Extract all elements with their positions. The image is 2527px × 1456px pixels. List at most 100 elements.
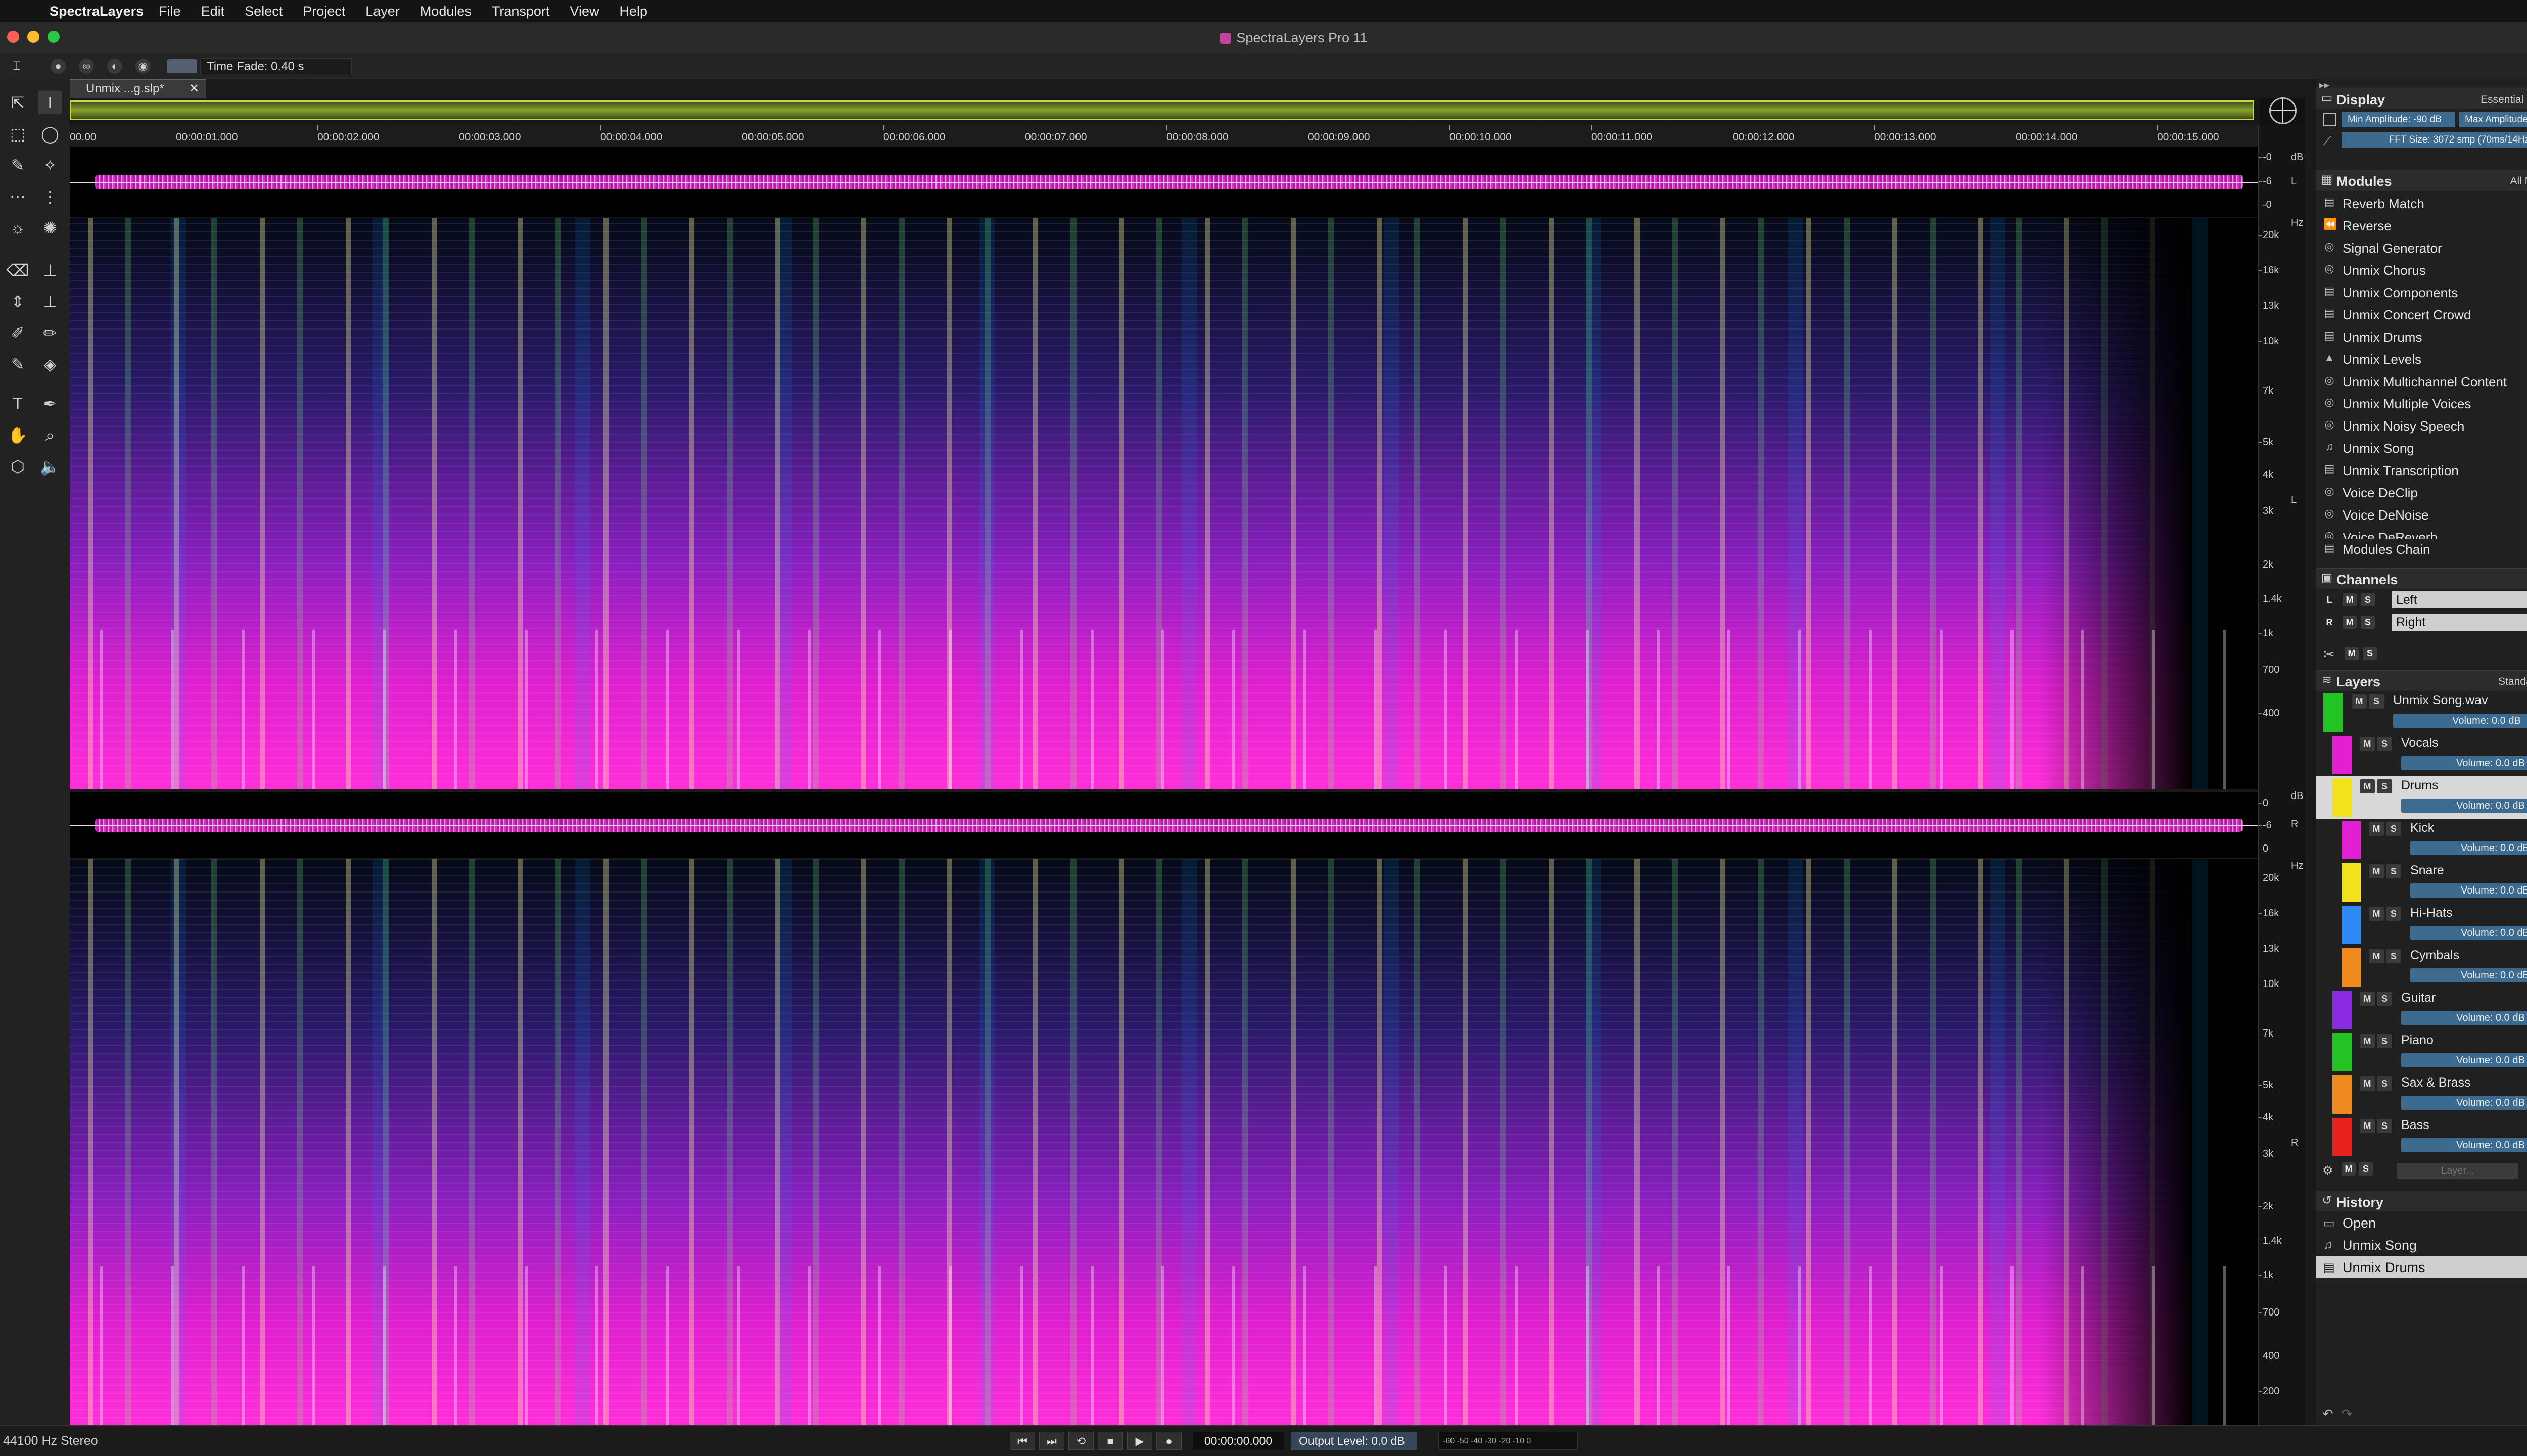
frequency-select-icon[interactable]: ⋮ (38, 185, 62, 208)
layer-volume-slider[interactable]: Volume: 0.0 dB (2401, 1096, 2527, 1110)
solo-button[interactable]: S (2386, 907, 2401, 921)
menu-help[interactable]: Help (619, 4, 647, 19)
loop-button[interactable]: ⟲ (1068, 1432, 1094, 1450)
solo-button[interactable]: S (2377, 1119, 2392, 1133)
solo-button[interactable]: S (2377, 992, 2392, 1006)
layer-settings-icon[interactable]: ⚙ (2322, 1163, 2333, 1178)
spectrogram-right-channel[interactable] (70, 859, 2258, 1425)
solo-button[interactable]: S (2386, 864, 2401, 878)
eyedropper-icon[interactable]: ✒ (38, 392, 62, 415)
module-item[interactable]: ◎ Unmix Noisy Speech (2316, 414, 2527, 436)
overview-strip[interactable] (70, 98, 2258, 125)
close-tab-icon[interactable]: ✕ (189, 80, 199, 98)
mute-button[interactable]: M (2369, 907, 2384, 921)
mute-button[interactable]: M (2343, 593, 2357, 606)
output-level-slider[interactable]: Output Level: 0.0 dB (1291, 1432, 1417, 1450)
history-panel-header[interactable]: ↺ History ⓘ (2316, 1191, 2527, 1211)
stamp-tool-icon[interactable]: ⊥ (38, 259, 62, 282)
menu-project[interactable]: Project (303, 4, 345, 19)
mute-button[interactable]: M (2360, 992, 2375, 1006)
mute-button[interactable]: M (2360, 737, 2375, 751)
hand-tool-icon[interactable]: ✋ (6, 424, 29, 447)
history-item[interactable]: ♫ Unmix Song (2316, 1234, 2527, 1256)
file-tab[interactable]: Unmix ...g.slp* ✕ (70, 79, 206, 98)
layer-volume-slider[interactable]: Volume: 0.0 dB (2410, 968, 2527, 982)
mute-button[interactable]: M (2369, 864, 2384, 878)
solo-button[interactable]: S (2377, 1076, 2392, 1091)
layers-size-dropdown[interactable]: Standard Size (2498, 676, 2527, 688)
layer-name-field[interactable]: Layer... (2397, 1163, 2518, 1179)
link-mode-button[interactable]: ∞ (79, 59, 94, 74)
record-button[interactable]: ● (1156, 1432, 1182, 1450)
module-item[interactable]: ▤ Unmix Components (2316, 281, 2527, 303)
mute-all-button[interactable]: M (2345, 647, 2359, 660)
max-amplitude-slider[interactable]: Max Amplitude: -18 dB (2459, 112, 2527, 127)
heal-tool-icon[interactable]: ✐ (6, 321, 29, 345)
layer-volume-slider[interactable]: Volume: 0.0 dB (2401, 756, 2527, 770)
module-item[interactable]: ▤ Unmix Drums (2316, 325, 2527, 347)
layer-volume-slider[interactable]: Volume: 0.0 dB (2410, 883, 2527, 898)
min-amplitude-slider[interactable]: Min Amplitude: -90 dB (2342, 112, 2455, 127)
mute-button[interactable]: M (2369, 822, 2384, 836)
solo-button[interactable]: S (2386, 822, 2401, 836)
layer-volume-slider[interactable]: Volume: 0.0 dB (2410, 841, 2527, 855)
channel-row-left[interactable]: L M S Left (2316, 589, 2527, 610)
speaker-icon[interactable]: 🔈 (38, 455, 62, 478)
layers-panel-header[interactable]: ≋ Layers Standard Size ⓘ (2316, 670, 2527, 691)
solo-button[interactable]: S (2386, 949, 2401, 963)
layer-row-cymbals[interactable]: M S Cymbals Volume: 0.0 dB (2316, 946, 2527, 989)
solo-button[interactable]: S (2359, 1162, 2373, 1176)
app-menu[interactable]: SpectraLayers (50, 4, 144, 19)
transient-select-icon[interactable]: ☼ (6, 216, 29, 240)
menu-file[interactable]: File (159, 4, 181, 19)
layer-volume-slider[interactable]: Volume: 0.0 dB (2401, 1011, 2527, 1025)
module-item[interactable]: ◎ Unmix Chorus (2316, 259, 2527, 280)
menu-edit[interactable]: Edit (201, 4, 225, 19)
lasso-select-icon[interactable]: ◯ (38, 122, 62, 146)
display-panel-header[interactable]: ▭ Display Essential Settings ☰ (2316, 88, 2527, 109)
undo-icon[interactable]: ↶ (2322, 1406, 2333, 1422)
go-start-button[interactable]: ⏮ (1010, 1432, 1035, 1450)
modules-panel-header[interactable]: ▦ Modules All Modules ☰ (2316, 170, 2527, 191)
frequency-scale[interactable]: -0 dB L -6 -0 Hz 20k 16k 13k 10k 7k 5k 4… (2258, 125, 2305, 1425)
gear-tool-icon[interactable]: ✺ (38, 216, 62, 240)
layer-row-bass[interactable]: M S Bass Volume: 0.0 dB (2316, 1116, 2527, 1158)
layer-row-piano[interactable]: M S Piano Volume: 0.0 dB (2316, 1031, 2527, 1073)
module-item[interactable]: ▤ Unmix Transcription (2316, 459, 2527, 481)
eraser-tool-icon[interactable]: ⌫ (6, 259, 29, 282)
layer-row-sax-brass[interactable]: M S Sax & Brass Volume: 0.0 dB (2316, 1073, 2527, 1116)
vertical-scrollbar[interactable] (2305, 125, 2316, 1425)
text-tool-icon[interactable]: T (6, 392, 29, 415)
layer-volume-slider[interactable]: Volume: 0.0 dB (2401, 1138, 2527, 1152)
layer-row-kick[interactable]: M S Kick Volume: 0.0 dB (2316, 819, 2527, 861)
magic-wand-icon[interactable]: ✧ (38, 154, 62, 177)
amplify-tool-icon[interactable]: ⇕ (6, 290, 29, 313)
play-button[interactable]: ▶ (1127, 1432, 1152, 1450)
mute-button[interactable]: M (2360, 1119, 2375, 1133)
time-selection-tool-icon[interactable]: I (38, 91, 62, 114)
layer-row-vocals[interactable]: M S Vocals Volume: 0.0 dB (2316, 734, 2527, 776)
solo-button[interactable]: S (2377, 779, 2392, 793)
module-item[interactable]: ◎ Unmix Multichannel Content (2316, 370, 2527, 392)
toggle-mode-button[interactable]: ◐ (107, 59, 122, 74)
waveform-right-channel[interactable] (70, 792, 2258, 858)
history-item[interactable]: ▭ Open (2316, 1212, 2527, 1234)
harmonics-select-icon[interactable]: ⋯ (6, 185, 29, 208)
brush-select-icon[interactable]: ✎ (6, 154, 29, 177)
layer-row-hi-hats[interactable]: M S Hi-Hats Volume: 0.0 dB (2316, 904, 2527, 946)
layer-row-drums[interactable]: M S Drums Volume: 0.0 dB (2316, 776, 2527, 819)
menu-select[interactable]: Select (245, 4, 283, 19)
module-item[interactable]: ◎ Voice DeReverb (2316, 526, 2527, 539)
clone-tool-icon[interactable]: ⊥ (38, 290, 62, 313)
solo-button[interactable]: S (2369, 694, 2384, 709)
redo-icon[interactable]: ↷ (2342, 1406, 2353, 1422)
zoom-tool-icon[interactable]: ⌕ (38, 424, 62, 447)
module-item[interactable]: ▤ Reverb Match (2316, 192, 2527, 214)
solo-all-button[interactable]: S (2363, 647, 2377, 660)
modules-filter-dropdown[interactable]: All Modules (2510, 175, 2527, 187)
mute-button[interactable]: M (2360, 1076, 2375, 1091)
mute-button[interactable]: M (2360, 1034, 2375, 1048)
visibility-button[interactable]: ◉ (135, 59, 151, 74)
time-fade-swatch[interactable] (167, 59, 197, 73)
channels-panel-header[interactable]: ▣ Channels ⓘ (2316, 568, 2527, 589)
